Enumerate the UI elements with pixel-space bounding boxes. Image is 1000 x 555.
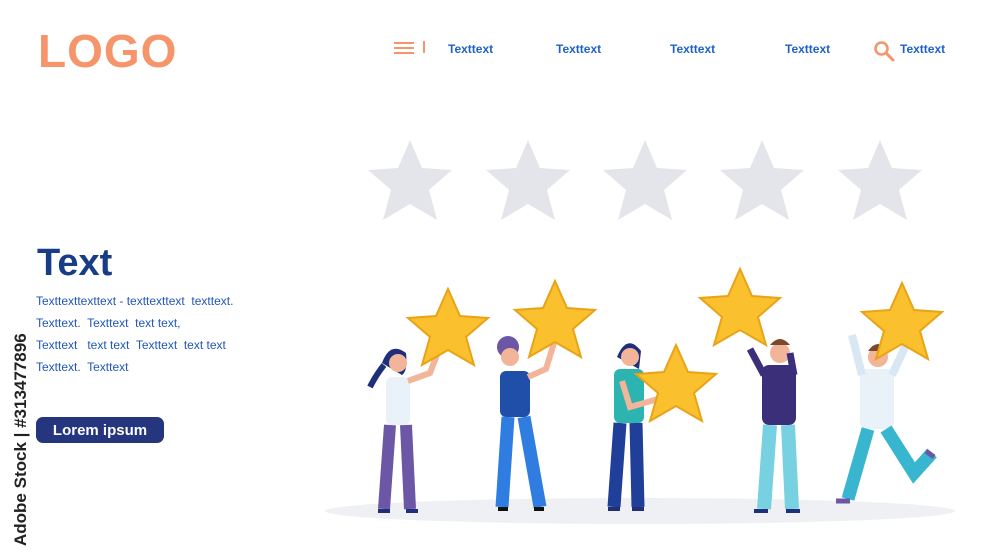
nav-item-2[interactable]: Texttext xyxy=(556,42,601,56)
gold-star-icon xyxy=(407,288,489,366)
paragraph-line: Texttexttexttext - texttexttext texttext… xyxy=(36,294,234,308)
empty-star-icon[interactable] xyxy=(486,140,570,220)
person-5 xyxy=(836,282,943,504)
watermark-text: Adobe Stock | #313477896 xyxy=(11,333,30,546)
paragraph-line: Texttext. Texttext text text, xyxy=(36,316,181,330)
hero-title: Text xyxy=(37,242,113,284)
empty-star-icon[interactable] xyxy=(720,140,804,220)
nav-item-4[interactable]: Texttext xyxy=(785,42,830,56)
rating-stars xyxy=(368,140,922,220)
search-icon[interactable] xyxy=(873,40,895,62)
hero-paragraph: Texttexttexttext - texttexttext texttext… xyxy=(36,290,233,378)
gold-star-icon xyxy=(699,268,781,346)
hamburger-menu-icon[interactable] xyxy=(394,40,414,56)
lorem-ipsum-button[interactable]: Lorem ipsum xyxy=(36,417,164,443)
logo[interactable]: LOGO xyxy=(38,24,177,78)
nav-item-5[interactable]: Texttext xyxy=(900,42,945,56)
watermark: Adobe Stock | #313477896 xyxy=(11,333,30,546)
people-holding-stars-illustration xyxy=(325,268,955,524)
person-4 xyxy=(699,268,800,513)
empty-star-icon[interactable] xyxy=(603,140,687,220)
person-3 xyxy=(607,343,717,511)
nav-divider xyxy=(423,41,425,53)
nav-item-3[interactable]: Texttext xyxy=(670,42,715,56)
top-nav: Texttext Texttext Texttext Texttext Text… xyxy=(390,38,960,62)
person-2 xyxy=(495,280,596,511)
empty-star-icon[interactable] xyxy=(838,140,922,220)
person-1 xyxy=(367,288,489,513)
paragraph-line: Texttext text text Texttext text text xyxy=(36,338,226,352)
gold-star-icon xyxy=(635,344,717,422)
nav-item-1[interactable]: Texttext xyxy=(448,42,493,56)
empty-star-icon[interactable] xyxy=(368,140,452,220)
paragraph-line: Texttext. Texttext xyxy=(36,360,129,374)
